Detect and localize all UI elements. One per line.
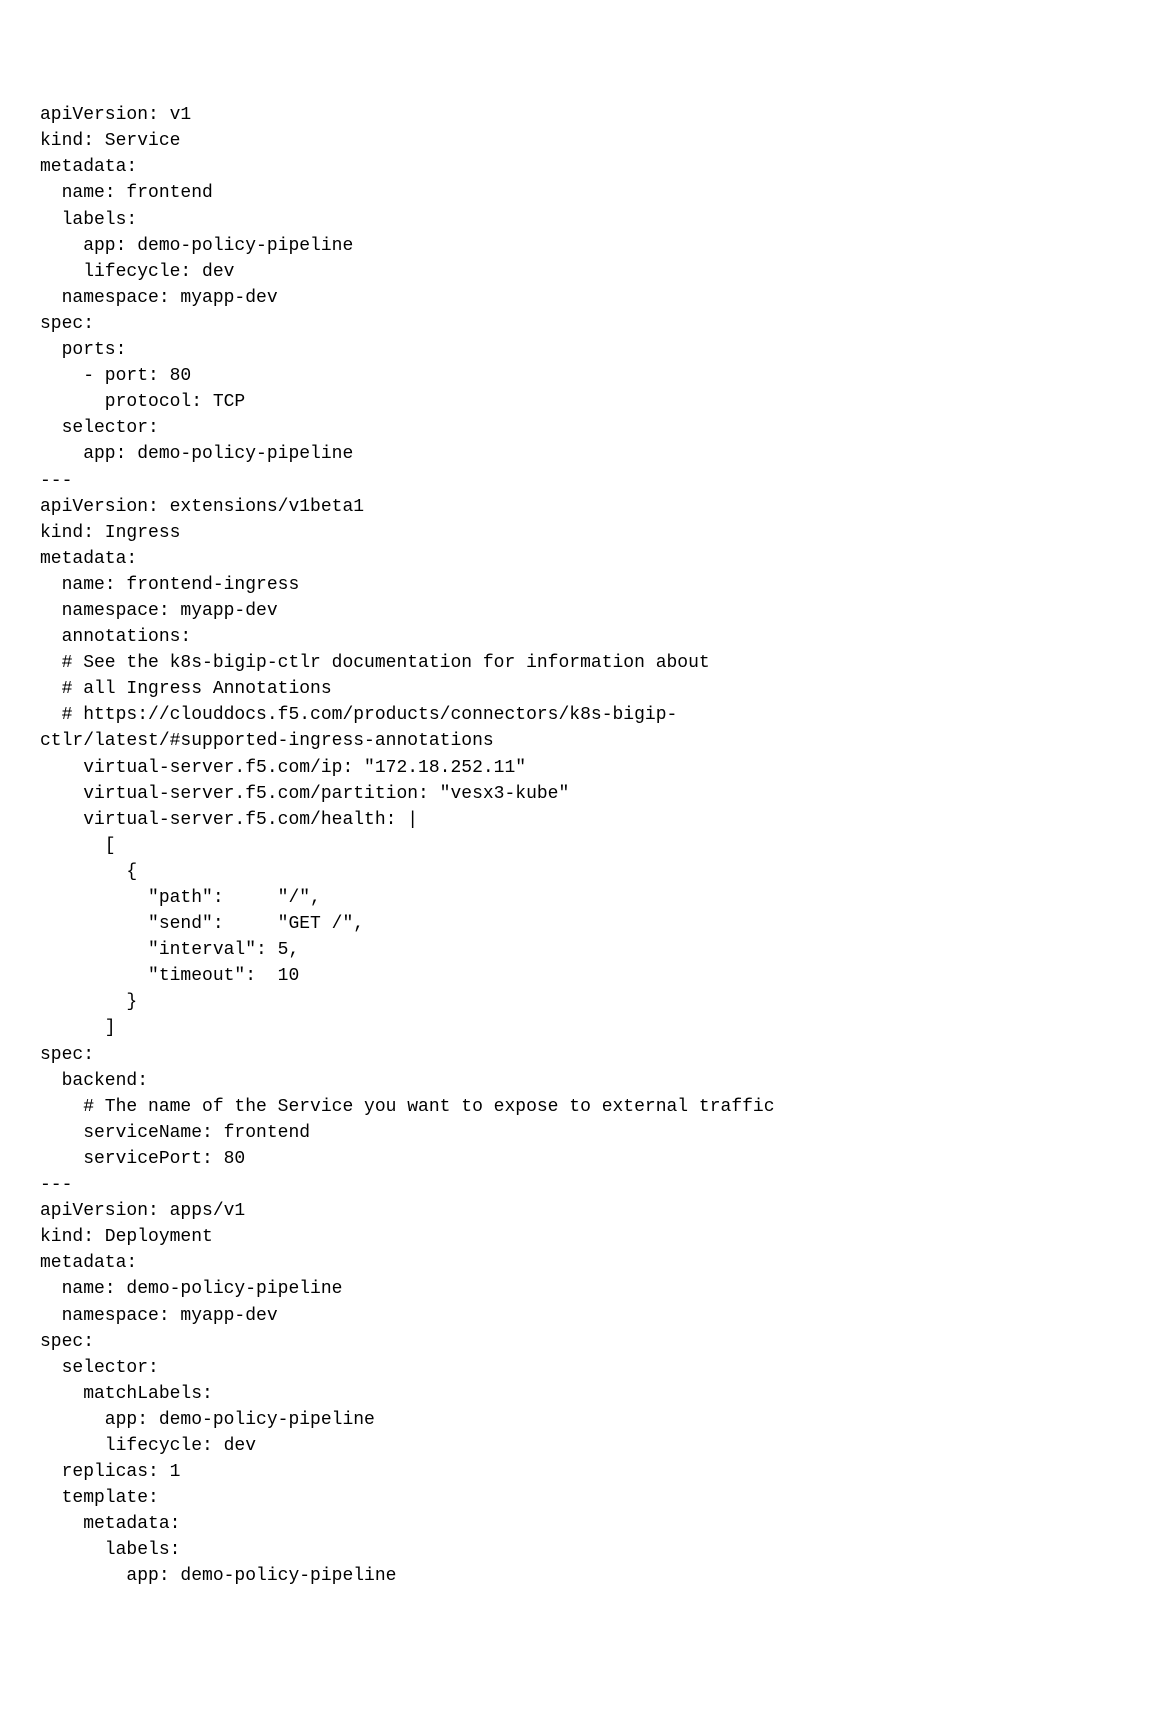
yaml-code-block: apiVersion: v1 kind: Service metadata: n… bbox=[40, 102, 1124, 1589]
